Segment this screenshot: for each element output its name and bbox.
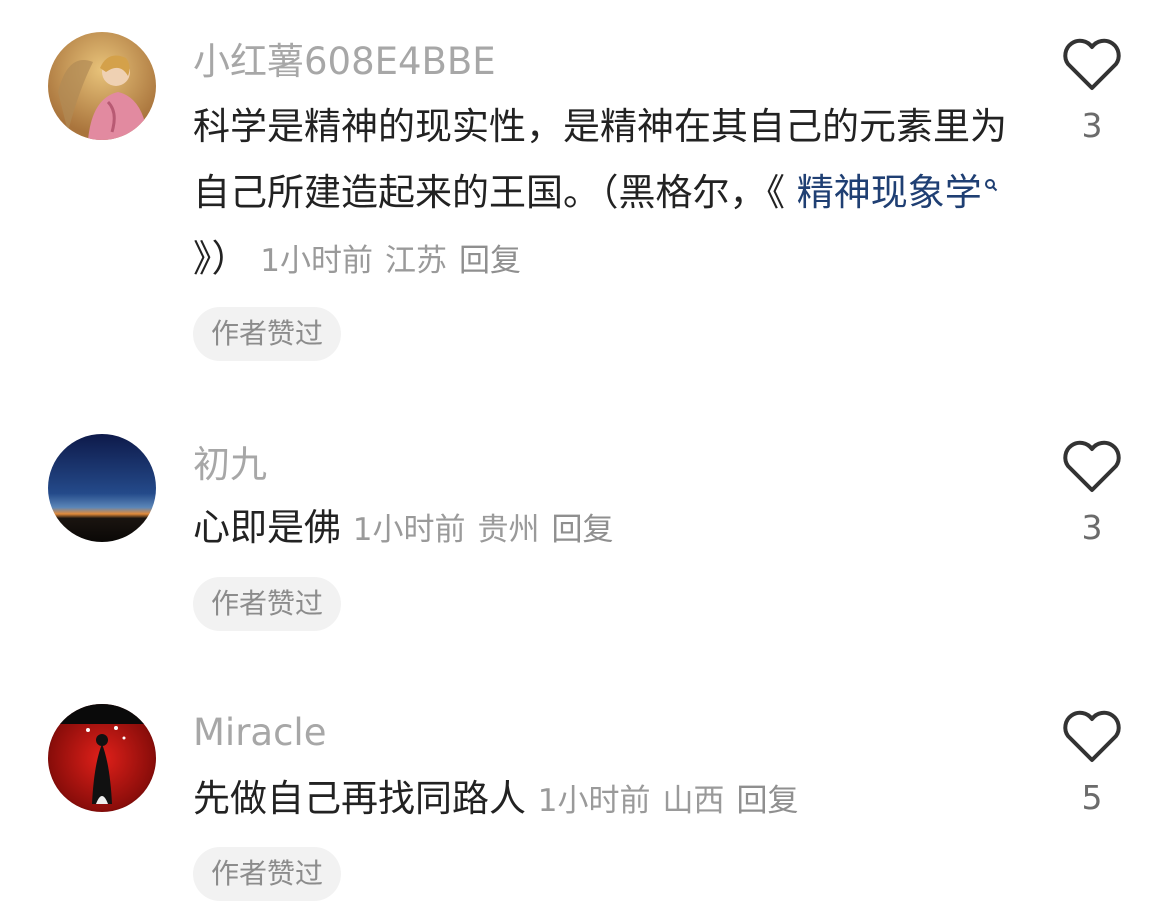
comment-meta: 1小时前 江苏 回复 xyxy=(260,243,533,279)
comment-meta: 1小时前 贵州 回复 xyxy=(353,512,626,548)
comment-time: 1小时前 xyxy=(352,512,466,548)
heart-icon xyxy=(1063,38,1121,90)
comment-time: 1小时前 xyxy=(260,243,373,279)
like-count: 5 xyxy=(1081,778,1103,817)
comment-text: 先做自己再找同路人 1小时前 山西 回复 xyxy=(193,766,1023,834)
comment-location: 江苏 xyxy=(385,243,447,279)
search-icon xyxy=(984,178,997,191)
comment-meta: 1小时前 山西 回复 xyxy=(538,783,811,819)
like-count: 3 xyxy=(1081,508,1103,547)
author-liked-badge: 作者赞过 xyxy=(193,577,342,631)
like-button[interactable] xyxy=(1060,706,1124,766)
comment-time: 1小时前 xyxy=(537,783,651,819)
comment-location: 贵州 xyxy=(477,512,540,548)
avatar[interactable] xyxy=(48,32,156,140)
like-count: 3 xyxy=(1081,106,1103,145)
like-button[interactable] xyxy=(1060,34,1124,94)
search-link-label: 精神现象学 xyxy=(796,171,982,214)
comment-text: 心即是佛 1小时前 贵州 回复 xyxy=(193,495,1023,563)
comment-text-part: 心即是佛 xyxy=(193,506,341,549)
author-liked-badge: 作者赞过 xyxy=(193,847,342,901)
reply-button[interactable]: 回复 xyxy=(459,243,521,279)
comment-text: 科学是精神的现实性，是精神在其自己的元素里为自己所建造起来的王国。（黑格尔，《 … xyxy=(193,94,1023,294)
author-liked-badge: 作者赞过 xyxy=(193,307,342,361)
username[interactable]: Miracle xyxy=(193,711,326,755)
comment-text-part: 》） xyxy=(193,237,249,280)
avatar[interactable] xyxy=(48,434,156,542)
reply-button[interactable]: 回复 xyxy=(552,512,614,548)
angel-painting-avatar-icon xyxy=(48,32,156,140)
reply-button[interactable]: 回复 xyxy=(737,783,799,819)
username[interactable]: 小红薯608E4BBE xyxy=(193,40,496,84)
red-figure-avatar-icon xyxy=(48,704,156,812)
search-link[interactable]: 精神现象学 xyxy=(797,171,998,214)
dusk-horizon-avatar-icon xyxy=(48,434,156,542)
like-button[interactable] xyxy=(1060,436,1124,496)
comment-text-part: 先做自己再找同路人 xyxy=(193,777,526,820)
username[interactable]: 初九 xyxy=(193,443,267,487)
heart-icon xyxy=(1063,710,1121,762)
comment-location: 山西 xyxy=(662,783,725,819)
avatar[interactable] xyxy=(48,704,156,812)
heart-icon xyxy=(1063,440,1121,492)
